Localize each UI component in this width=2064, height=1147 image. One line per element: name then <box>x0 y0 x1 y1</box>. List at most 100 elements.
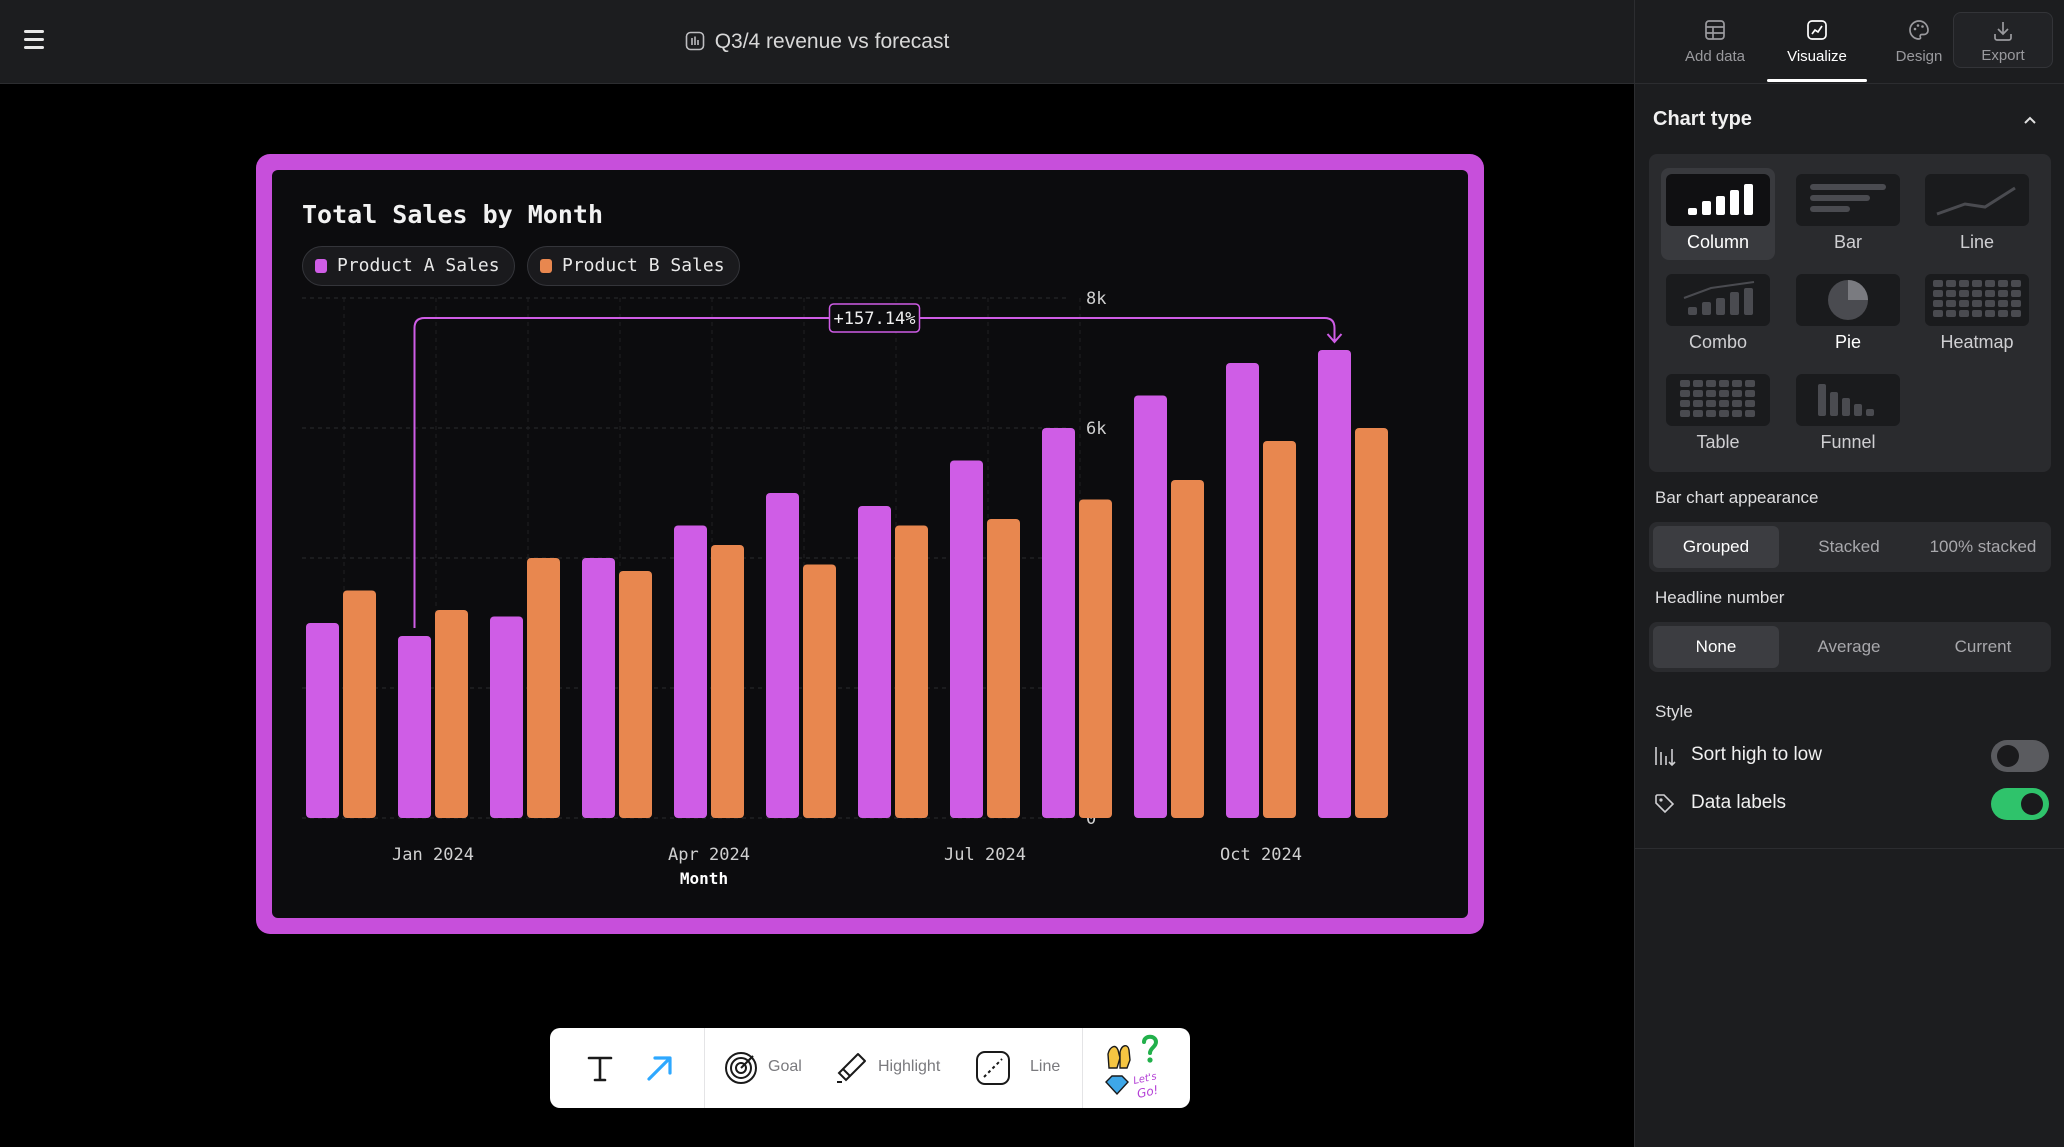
bar-product-a[interactable] <box>674 525 707 819</box>
heatmap-cell <box>1946 310 1956 317</box>
bar-product-b[interactable] <box>803 564 836 819</box>
table-cell <box>1732 400 1742 407</box>
bar-product-a[interactable] <box>766 493 799 818</box>
sort-toggle[interactable] <box>1991 740 2049 772</box>
bar-product-a[interactable] <box>1318 350 1351 818</box>
table-cell <box>1732 390 1742 397</box>
table-cell <box>1680 380 1690 387</box>
data-labels-toggle[interactable] <box>1991 788 2049 820</box>
heatmap-cell <box>1998 300 2008 307</box>
highlighter-icon <box>837 1053 866 1083</box>
bar-product-a[interactable] <box>1042 428 1075 818</box>
bar-product-a[interactable] <box>490 616 523 819</box>
text-tool[interactable] <box>570 1028 630 1108</box>
bar-product-a[interactable] <box>858 506 891 818</box>
chart-type-pie[interactable]: Pie <box>1791 268 1905 360</box>
headline-label: Headline number <box>1655 588 1785 607</box>
highlight-tool[interactable]: Highlight <box>832 1028 954 1108</box>
export-button[interactable]: Export <box>1953 12 2053 68</box>
appearance-stacked[interactable]: Stacked <box>1785 526 1913 568</box>
tab-visualize[interactable]: Visualize <box>1767 10 1867 82</box>
line-chart-type-icon <box>1925 174 2029 226</box>
heatmap-cell <box>2011 290 2021 297</box>
chart-title[interactable]: Total Sales by Month <box>302 200 603 229</box>
heatmap-cell <box>1959 300 1969 307</box>
chart-type-funnel[interactable]: Funnel <box>1791 368 1905 460</box>
highlight-label: Highlight <box>878 1058 941 1075</box>
style-label: Style <box>1655 702 1693 721</box>
bar-product-b[interactable] <box>711 545 744 818</box>
chart-type-line[interactable]: Line <box>1920 168 2034 260</box>
bar-product-b[interactable] <box>895 525 928 819</box>
chart-type-heatmap[interactable]: Heatmap <box>1920 268 2034 360</box>
bar-product-a[interactable] <box>950 460 983 819</box>
table-icon <box>1705 20 1725 40</box>
bar-product-a[interactable] <box>306 623 339 818</box>
arrow-icon <box>647 1056 672 1081</box>
text-icon <box>587 1056 613 1082</box>
table-cell <box>1706 380 1716 387</box>
appearance-segmented-control: Grouped Stacked 100% stacked <box>1649 522 2051 572</box>
bar-product-b[interactable] <box>619 571 652 818</box>
chart-doc-icon <box>685 31 705 57</box>
chevron-up-icon[interactable] <box>2022 112 2038 128</box>
chart-type-grid: Column Bar Line Combo Pie Heatmap Table … <box>1649 154 2051 472</box>
bar-product-b[interactable] <box>527 558 560 818</box>
pie-chart-icon <box>1796 274 1900 326</box>
bar-product-b[interactable] <box>1263 441 1296 818</box>
table-cell <box>1732 380 1742 387</box>
line-tool[interactable]: Line <box>974 1028 1070 1108</box>
bar-product-a[interactable] <box>582 558 615 818</box>
bar-product-b[interactable] <box>1079 499 1112 819</box>
chart-type-table[interactable]: Table <box>1661 368 1775 460</box>
chart-type-bar[interactable]: Bar <box>1791 168 1905 260</box>
heatmap-cell <box>1998 310 2008 317</box>
legend-product-b[interactable]: Product B Sales <box>527 246 740 286</box>
goal-tool[interactable]: Goal <box>722 1028 812 1108</box>
bar-product-b[interactable] <box>1355 428 1388 818</box>
document-title[interactable]: Q3/4 revenue vs forecast <box>0 30 1634 57</box>
appearance-100-stacked[interactable]: 100% stacked <box>1917 526 2049 568</box>
table-cell <box>1719 410 1729 417</box>
headline-current[interactable]: Current <box>1917 626 2049 668</box>
heatmap-cell <box>2011 310 2021 317</box>
data-labels-toggle-row: Data labels <box>1653 786 2049 822</box>
panel-divider <box>1635 848 2064 849</box>
arrow-tool[interactable] <box>630 1028 690 1108</box>
table-cell <box>1719 380 1729 387</box>
headline-average[interactable]: Average <box>1785 626 1913 668</box>
bar-product-a[interactable] <box>1226 363 1259 818</box>
table-cell <box>1719 390 1729 397</box>
heatmap-cell <box>1933 290 1943 297</box>
line-chart-icon <box>1807 20 1827 40</box>
bar-product-a[interactable] <box>398 636 431 818</box>
bar-product-b[interactable] <box>987 519 1020 818</box>
heatmap-cell <box>1933 310 1943 317</box>
bar-chart-icon <box>1796 174 1900 226</box>
sticker-tool[interactable]: Let's Go! <box>1098 1028 1178 1108</box>
tag-icon <box>1655 794 1675 814</box>
sort-toggle-row: Sort high to low <box>1653 738 2049 774</box>
heatmap-cell <box>1946 290 1956 297</box>
bar-product-b[interactable] <box>435 610 468 818</box>
bar-product-a[interactable] <box>1134 395 1167 819</box>
tab-add-data[interactable]: Add data <box>1665 10 1765 82</box>
tab-label: Design <box>1895 48 1943 65</box>
table-cell <box>1745 380 1755 387</box>
table-cell <box>1680 410 1690 417</box>
tab-label: Visualize <box>1787 48 1847 65</box>
chart-type-column[interactable]: Column <box>1661 168 1775 260</box>
legend-product-a[interactable]: Product A Sales <box>302 246 515 286</box>
bar-product-b[interactable] <box>343 590 376 819</box>
bar-product-b[interactable] <box>1171 480 1204 818</box>
x-tick-label: Oct 2024 <box>1220 845 1302 865</box>
headline-none[interactable]: None <box>1653 626 1779 668</box>
heatmap-cell <box>1985 290 1995 297</box>
appearance-grouped[interactable]: Grouped <box>1653 526 1779 568</box>
sort-label: Sort high to low <box>1691 744 1822 765</box>
chart-type-label: Line <box>1959 232 1995 252</box>
toolbar-divider <box>1082 1028 1083 1108</box>
legend-swatch <box>315 259 327 273</box>
chart-type-combo[interactable]: Combo <box>1661 268 1775 360</box>
download-icon <box>1994 22 2012 41</box>
